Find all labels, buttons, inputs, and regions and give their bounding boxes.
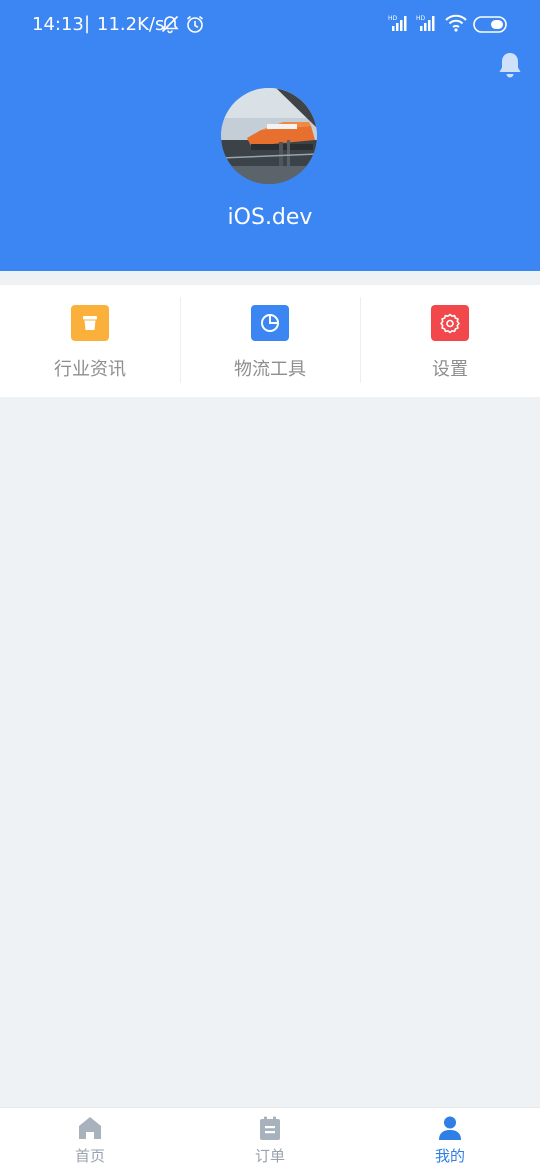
bottom-tab-bar: 首页 订单 我的 [0, 1107, 540, 1170]
status-separator: | [84, 13, 91, 34]
alarm-icon [186, 15, 204, 33]
menu-item-settings[interactable]: 设置 [360, 285, 540, 397]
signal-icon: HD [388, 15, 407, 31]
svg-text:HD: HD [416, 15, 426, 22]
avatar[interactable] [221, 88, 317, 184]
battery-icon [473, 16, 507, 33]
notification-bell-icon[interactable] [498, 51, 522, 79]
status-time: 14:13 [32, 14, 84, 35]
signal-icon-2: HD [416, 15, 435, 31]
mute-icon [161, 15, 179, 34]
user-icon [439, 1116, 461, 1140]
menu-item-logistics-tools[interactable]: 物流工具 [180, 285, 360, 397]
menu-item-label: 设置 [432, 359, 468, 380]
order-icon [260, 1116, 280, 1140]
tab-label: 订单 [254, 1147, 285, 1165]
wifi-icon [445, 14, 467, 32]
tab-home[interactable]: 首页 [0, 1108, 180, 1170]
status-network-speed: 11.2K/s [97, 14, 165, 35]
tab-label: 我的 [434, 1147, 465, 1165]
menu-item-label: 行业资讯 [54, 359, 126, 380]
status-bar: 14:13 | 11.2K/s HD HD [0, 0, 540, 50]
tab-label: 首页 [74, 1147, 105, 1165]
tab-orders[interactable]: 订单 [180, 1108, 360, 1170]
news-icon [71, 305, 109, 341]
avatar-photo [221, 88, 317, 184]
username: iOS.dev [227, 205, 313, 230]
menu-item-industry-news[interactable]: 行业资讯 [0, 285, 180, 397]
pie-chart-icon [251, 305, 289, 341]
gear-icon [431, 305, 469, 341]
menu-item-label: 物流工具 [234, 359, 306, 380]
home-icon [79, 1117, 101, 1139]
svg-text:HD: HD [388, 15, 398, 22]
quick-menu: 行业资讯 物流工具 设置 [0, 285, 540, 397]
tab-mine[interactable]: 我的 [360, 1108, 540, 1170]
profile-header: 14:13 | 11.2K/s HD HD iOS.dev [0, 0, 540, 271]
